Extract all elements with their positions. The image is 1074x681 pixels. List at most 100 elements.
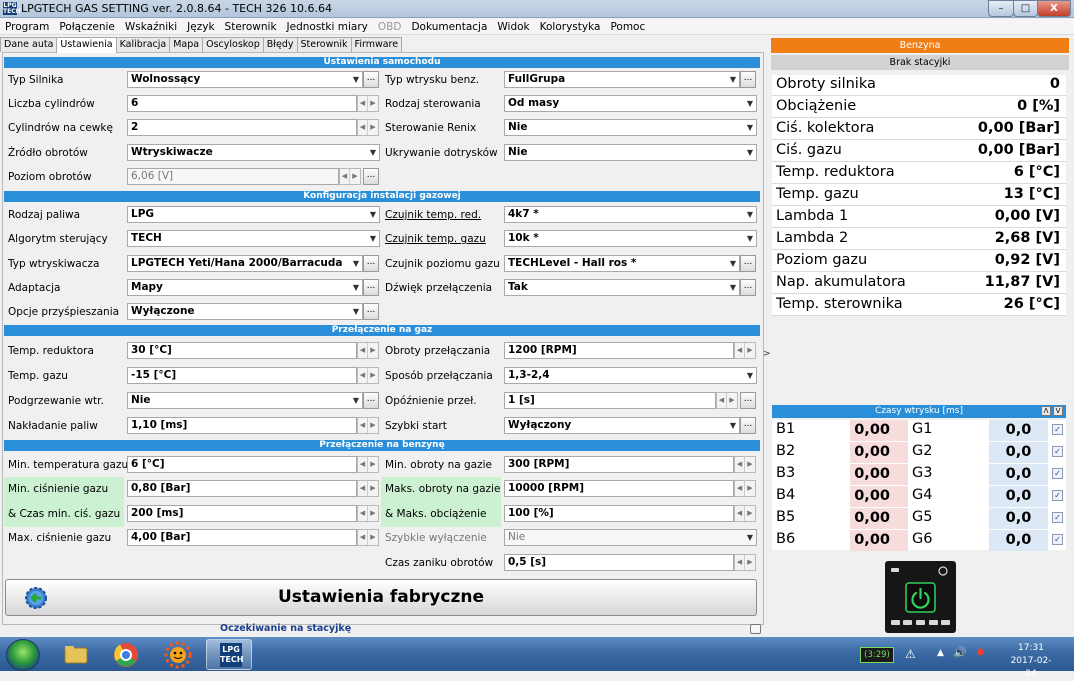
adaptation-more-button[interactable]: ... [363, 279, 379, 296]
min-pressure-time-spinner[interactable]: ◀ ▶ [357, 505, 379, 522]
gas-switch-panel[interactable] [885, 561, 956, 633]
min-gas-pressure-spinner[interactable]: ◀ ▶ [357, 480, 379, 497]
reducer-temp-spinner[interactable]: ◀ ▶ [357, 342, 379, 359]
hide-touch-select[interactable]: Nie ▼ [504, 144, 757, 161]
max-gas-pressure-spinner[interactable]: ◀ ▶ [357, 529, 379, 546]
adaptation-select[interactable]: Mapy ▼ [127, 279, 363, 296]
cyl-per-coil-spinner[interactable]: ◀ ▶ [357, 119, 379, 136]
tab-car-data[interactable]: Dane auta [0, 37, 58, 52]
menu-language[interactable]: Język [182, 19, 219, 33]
level-sensor-more-button[interactable]: ... [740, 255, 756, 272]
tab-calibration[interactable]: Kalibracja [115, 37, 171, 52]
inj-heating-select[interactable]: Nie ▼ [127, 392, 363, 409]
injector-type-more-button[interactable]: ... [363, 255, 379, 272]
cylinders-field[interactable]: 6 [127, 95, 357, 112]
tab-errors[interactable]: Błędy [262, 37, 298, 52]
menu-view[interactable]: Widok [492, 19, 534, 33]
checkbox-checked-icon[interactable]: ✓ [1052, 490, 1063, 501]
checkbox-checked-icon[interactable]: ✓ [1052, 424, 1063, 435]
min-rpm-gas-spinner[interactable]: ◀ ▶ [734, 456, 756, 473]
close-button[interactable]: X [1037, 0, 1071, 17]
min-gas-temp-spinner[interactable]: ◀ ▶ [357, 456, 379, 473]
chrome-taskbar-button[interactable] [103, 639, 149, 670]
quick-start-select[interactable]: Wyłączony ▼ [504, 417, 740, 434]
warning-icon[interactable]: ⚠ [905, 647, 916, 661]
menu-help[interactable]: Pomoc [605, 19, 650, 33]
petrol-injection-select[interactable]: FullGrupa ▼ [504, 71, 740, 88]
voltage-toggle-icon[interactable]: V [1053, 406, 1063, 416]
sun-app-taskbar-button[interactable] [155, 639, 201, 670]
max-gas-pressure-field[interactable]: 4,00 [Bar] [127, 529, 357, 546]
fuel-overlap-spinner[interactable]: ◀ ▶ [357, 417, 379, 434]
tab-map[interactable]: Mapa [169, 37, 204, 52]
max-rpm-gas-field[interactable]: 10000 [RPM] [504, 480, 734, 497]
tray-expand-icon[interactable]: ▲ [937, 648, 944, 658]
tab-oscilloscope[interactable]: Oscyloskop [202, 37, 264, 52]
max-rpm-gas-spinner[interactable]: ◀ ▶ [734, 480, 756, 497]
min-gas-temp-field[interactable]: 6 [°C] [127, 456, 357, 473]
rpm-level-more-button[interactable]: ... [363, 168, 379, 185]
switch-delay-spinner[interactable]: ◀ ▶ [716, 392, 738, 409]
gas-temp-sensor-select[interactable]: 10k * ▼ [504, 230, 757, 247]
min-rpm-gas-field[interactable]: 300 [RPM] [504, 456, 734, 473]
switch-rpm-spinner[interactable]: ◀ ▶ [734, 342, 756, 359]
max-load-spinner[interactable]: ◀ ▶ [734, 505, 756, 522]
accel-options-more-button[interactable]: ... [363, 303, 379, 320]
maximize-button[interactable]: □ [1013, 0, 1038, 17]
engine-type-select[interactable]: Wolnossący ▼ [127, 71, 363, 88]
panel-expand-icon[interactable]: > [763, 349, 771, 359]
tab-firmware[interactable]: Firmware [350, 37, 403, 52]
fuel-select[interactable]: LPG ▼ [127, 206, 380, 223]
reducer-temp-sensor-select[interactable]: 4k7 * ▼ [504, 206, 757, 223]
reducer-temp-field[interactable]: 30 [°C] [127, 342, 357, 359]
reducer-temp-sensor-label[interactable]: Czujnik temp. red. [385, 209, 481, 221]
control-type-select[interactable]: Od masy ▼ [504, 95, 757, 112]
start-button[interactable] [6, 639, 40, 671]
speaker-icon[interactable]: 🔊 [953, 646, 967, 659]
menu-program[interactable]: Program [0, 19, 54, 33]
petrol-injection-more-button[interactable]: ... [740, 71, 756, 88]
inj-heating-more-button[interactable]: ... [363, 392, 379, 409]
battery-indicator[interactable]: (3:29) [860, 647, 894, 663]
menu-documentation[interactable]: Dokumentacja [406, 19, 492, 33]
min-pressure-time-field[interactable]: 200 [ms] [127, 505, 357, 522]
checkbox-checked-icon[interactable]: ✓ [1052, 468, 1063, 479]
cylinders-spinner[interactable]: ◀ ▶ [357, 95, 379, 112]
injector-type-select[interactable]: LPGTECH Yeti/Hana 2000/Barracuda ▼ [127, 255, 363, 272]
gas-temp-field[interactable]: -15 [°C] [127, 367, 357, 384]
checkbox-checked-icon[interactable]: ✓ [1052, 534, 1063, 545]
tab-settings[interactable]: Ustawienia [56, 37, 117, 53]
accel-options-select[interactable]: Wyłączone ▼ [127, 303, 363, 320]
switch-method-select[interactable]: 1,3-2,4 ▼ [504, 367, 757, 384]
explorer-taskbar-button[interactable] [53, 639, 99, 670]
fuel-overlap-field[interactable]: 1,10 [ms] [127, 417, 357, 434]
lambda-toggle-icon[interactable]: Λ [1041, 406, 1051, 416]
menu-indicators[interactable]: Wskaźniki [120, 19, 182, 33]
renix-select[interactable]: Nie ▼ [504, 119, 757, 136]
menu-units[interactable]: Jednostki miary [282, 19, 373, 33]
clock[interactable]: 17:31 2017-02-24 [1006, 642, 1056, 681]
menu-connection[interactable]: Połączenie [54, 19, 120, 33]
rpm-source-select[interactable]: Wtryskiwacze ▼ [127, 144, 380, 161]
checkbox-checked-icon[interactable]: ✓ [1052, 446, 1063, 457]
switch-sound-more-button[interactable]: ... [740, 279, 756, 296]
switch-rpm-field[interactable]: 1200 [RPM] [504, 342, 734, 359]
gas-temp-sensor-label[interactable]: Czujnik temp. gazu [385, 233, 486, 245]
switch-delay-field[interactable]: 1 [s] [504, 392, 716, 409]
status-toggle[interactable] [750, 624, 761, 634]
tab-controller[interactable]: Sterownik [296, 37, 352, 52]
checkbox-checked-icon[interactable]: ✓ [1052, 512, 1063, 523]
quick-start-more-button[interactable]: ... [740, 417, 756, 434]
menu-controller[interactable]: Sterownik [220, 19, 282, 33]
level-sensor-select[interactable]: TECHLevel - Hall ros * ▼ [504, 255, 740, 272]
switch-sound-select[interactable]: Tak ▼ [504, 279, 740, 296]
switch-delay-more-button[interactable]: ... [740, 392, 756, 409]
factory-settings-button[interactable]: Ustawienia fabryczne [5, 579, 757, 616]
cyl-per-coil-field[interactable]: 2 [127, 119, 357, 136]
algorithm-select[interactable]: TECH ▼ [127, 230, 380, 247]
rpm-fade-time-field[interactable]: 0,5 [s] [504, 554, 734, 571]
lpgtech-taskbar-button[interactable]: LPG TECH [206, 639, 252, 670]
network-alert-icon[interactable]: ✹ [976, 646, 985, 659]
gas-temp-spinner[interactable]: ◀ ▶ [357, 367, 379, 384]
menu-colors[interactable]: Kolorystyka [535, 19, 606, 33]
